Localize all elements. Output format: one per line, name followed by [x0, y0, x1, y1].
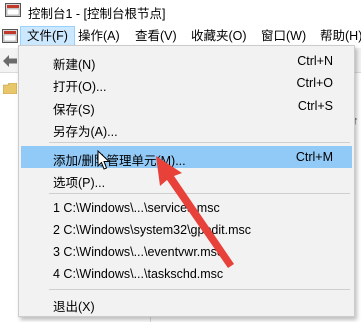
menu-item-recent-1[interactable]: 1 C:\Windows\...\services.msc — [21, 197, 352, 219]
menu-help[interactable]: 帮助(H) — [314, 26, 361, 46]
menu-item-recent-3[interactable]: 3 C:\Windows\...\eventvwr.msc — [21, 241, 352, 263]
menu-item-label: 打开(O)... — [53, 80, 107, 94]
title-bar: 控制台1 - [控制台根节点] — [0, 0, 361, 22]
menu-item-label: 另存为(A)... — [53, 125, 118, 139]
back-arrow-icon[interactable] — [3, 55, 17, 67]
menu-item-recent-4[interactable]: 4 C:\Windows\...\taskschd.msc — [21, 263, 352, 285]
menu-item-label: 添加/删除管理单元(M)... — [53, 154, 186, 168]
menu-separator — [49, 142, 350, 143]
folder-icon — [3, 83, 17, 94]
menu-item-new[interactable]: 新建(N) Ctrl+N — [21, 50, 352, 72]
menu-view[interactable]: 查看(V) — [129, 26, 183, 46]
menu-item-shortcut: Ctrl+N — [297, 54, 333, 68]
menu-separator — [49, 289, 350, 290]
menu-favorites[interactable]: 收藏夹(O) — [185, 26, 253, 46]
menu-item-label: 退出(X) — [53, 300, 95, 314]
menu-item-shortcut: Ctrl+M — [295, 150, 333, 164]
menu-item-save-as[interactable]: 另存为(A)... — [21, 117, 352, 139]
menu-item-add-remove-snapin[interactable]: 添加/删除管理单元(M)... Ctrl+M — [21, 146, 352, 168]
menu-item-label: 保存(S) — [53, 103, 95, 117]
menu-item-label: 新建(N) — [53, 58, 96, 72]
menu-action[interactable]: 操作(A) — [72, 26, 126, 46]
window-title: 控制台1 - [控制台根节点] — [28, 7, 166, 21]
menu-item-save[interactable]: 保存(S) Ctrl+S — [21, 95, 352, 117]
menu-separator — [49, 193, 350, 194]
menu-item-label: 1 C:\Windows\...\services.msc — [53, 201, 220, 215]
menu-item-options[interactable]: 选项(P)... — [21, 168, 352, 190]
menu-item-label: 3 C:\Windows\...\eventvwr.msc — [53, 245, 224, 259]
menu-file[interactable]: 文件(F) — [20, 26, 75, 46]
mmc-console-icon[interactable] — [2, 28, 18, 44]
menu-item-shortcut: Ctrl+O — [296, 76, 333, 90]
menu-item-recent-2[interactable]: 2 C:\Windows\system32\gpedit.msc — [21, 219, 352, 241]
menu-item-label: 选项(P)... — [53, 176, 106, 190]
menu-item-label: 4 C:\Windows\...\taskschd.msc — [53, 267, 224, 281]
menu-window[interactable]: 窗口(W) — [255, 26, 312, 46]
menu-item-open[interactable]: 打开(O)... Ctrl+O — [21, 72, 352, 94]
menu-item-label: 2 C:\Windows\system32\gpedit.msc — [53, 223, 251, 237]
menu-bar: 文件(F) 操作(A) 查看(V) 收藏夹(O) 窗口(W) 帮助(H) — [0, 25, 361, 47]
mmc-console-icon — [5, 3, 21, 17]
menu-item-shortcut: Ctrl+S — [297, 99, 333, 113]
mouse-pointer-icon — [97, 150, 111, 170]
menu-item-exit[interactable]: 退出(X) — [21, 292, 352, 314]
file-menu-dropdown: 新建(N) Ctrl+N 打开(O)... Ctrl+O 保存(S) Ctrl+… — [18, 45, 355, 317]
